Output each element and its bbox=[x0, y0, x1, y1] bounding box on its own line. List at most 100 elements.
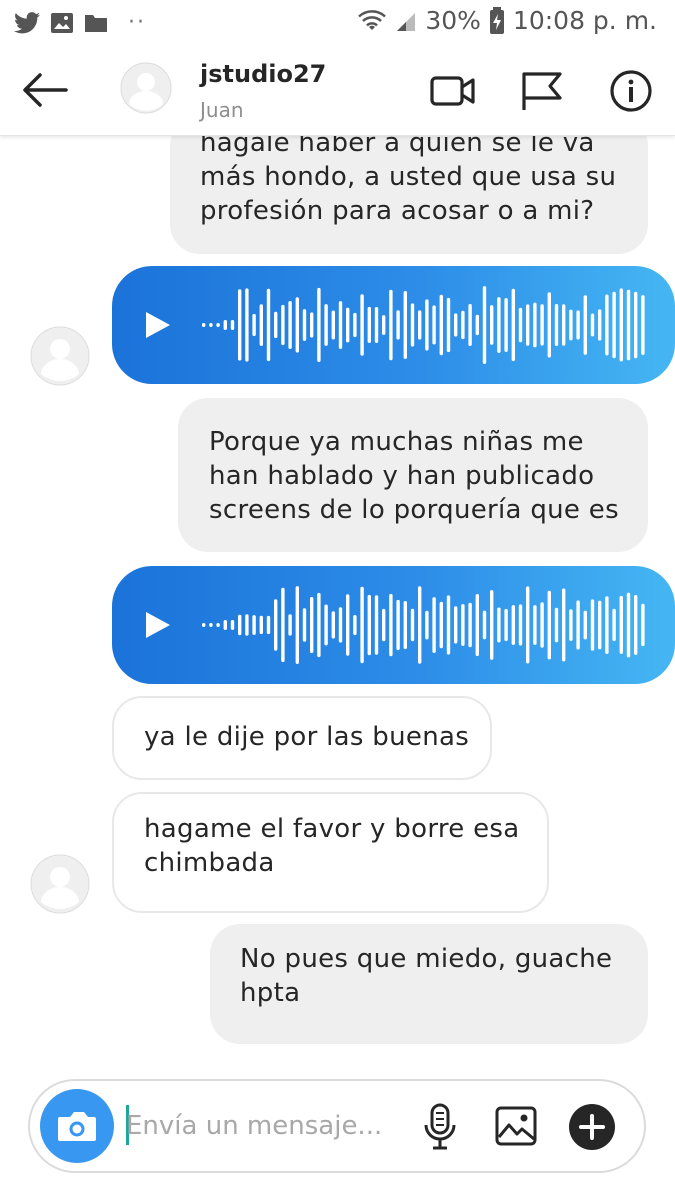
waveform-bar bbox=[540, 602, 544, 648]
waveform-bar bbox=[461, 310, 465, 340]
waveform-bar bbox=[281, 304, 285, 346]
waveform-bar bbox=[353, 312, 357, 338]
waveform-bar bbox=[302, 608, 307, 642]
waveform-bar bbox=[346, 594, 350, 656]
waveform-bar bbox=[216, 623, 220, 627]
waveform-bar bbox=[274, 311, 278, 339]
waveform-bar bbox=[338, 301, 343, 349]
message-line: hagame el favor y borre esa bbox=[144, 814, 520, 844]
waveform-bar bbox=[331, 310, 335, 340]
message-bubble[interactable]: Porque ya muchas niñas me han hablado y … bbox=[178, 398, 648, 552]
play-icon[interactable] bbox=[144, 610, 172, 640]
waveform-bar bbox=[346, 307, 350, 343]
microphone-icon[interactable] bbox=[422, 1103, 458, 1151]
avatar[interactable] bbox=[30, 326, 90, 386]
waveform-bar bbox=[547, 590, 551, 660]
message-thread[interactable]: hagale haber a quien se le va más hondo,… bbox=[0, 136, 675, 1066]
waveform-bar bbox=[418, 310, 422, 340]
message-bubble[interactable]: No pues que miedo, guache hpta bbox=[210, 924, 648, 1044]
waveform-bar bbox=[374, 307, 379, 343]
waveform-bar bbox=[331, 611, 335, 639]
voice-message[interactable] bbox=[112, 266, 675, 384]
waveform-bar bbox=[259, 304, 263, 346]
waveform-bar bbox=[310, 312, 314, 338]
more-notifications-indicator: ·· bbox=[128, 10, 146, 35]
waveform-bar bbox=[360, 586, 364, 664]
waveform-bar bbox=[238, 614, 242, 636]
waveform-bar bbox=[230, 620, 235, 630]
waveform-bar bbox=[461, 604, 465, 646]
waveform-bar bbox=[338, 607, 343, 643]
waveform-bar bbox=[360, 294, 364, 356]
status-bar-system: 30% 10:08 p. m. bbox=[357, 6, 657, 35]
waveform-bar bbox=[266, 615, 271, 635]
video-call-icon[interactable] bbox=[428, 68, 478, 114]
waveform-bar bbox=[310, 597, 314, 654]
waveform-bar bbox=[367, 594, 371, 656]
message-bubble[interactable]: hagame el favor y borre esa chimbada bbox=[112, 792, 549, 913]
waveform-bar bbox=[518, 307, 523, 343]
avatar[interactable] bbox=[30, 854, 90, 914]
message-bubble[interactable]: hagale haber a quien se le va más hondo,… bbox=[170, 136, 648, 254]
waveform-bar bbox=[641, 295, 645, 355]
waveform-bar bbox=[367, 306, 371, 343]
waveform-bar bbox=[583, 610, 587, 640]
battery-charging-icon bbox=[489, 6, 504, 34]
waveform-bar bbox=[576, 310, 580, 340]
waveform-bar bbox=[641, 603, 645, 647]
message-line: chimbada bbox=[144, 848, 275, 878]
waveform-bar bbox=[288, 301, 292, 349]
message-line: screens de lo porquería que es bbox=[209, 495, 619, 525]
message-line: hpta bbox=[240, 978, 301, 1008]
waveform-bar bbox=[389, 289, 393, 361]
waveform-bar bbox=[403, 601, 407, 650]
waveform-bar bbox=[504, 298, 508, 352]
waveform-bar bbox=[475, 314, 479, 336]
waveform-bar bbox=[518, 604, 523, 646]
waveform-bar bbox=[490, 305, 494, 345]
contact-display-name: Juan bbox=[200, 98, 244, 122]
message-line: más hondo, a usted que usa su bbox=[200, 162, 617, 192]
contact-username[interactable]: jstudio27 bbox=[200, 60, 326, 88]
waveform-bar bbox=[598, 600, 602, 650]
audio-waveform[interactable] bbox=[202, 580, 652, 670]
voice-message[interactable] bbox=[112, 566, 675, 684]
waveform-bar bbox=[202, 323, 206, 327]
waveform-bar bbox=[619, 288, 623, 362]
waveform-bar bbox=[562, 588, 566, 662]
info-icon[interactable] bbox=[606, 68, 656, 114]
waveform-bar bbox=[511, 605, 515, 645]
back-arrow-icon[interactable] bbox=[20, 68, 70, 112]
waveform-bar bbox=[317, 287, 321, 362]
waveform-bar bbox=[605, 294, 609, 356]
message-line: No pues que miedo, guache bbox=[240, 944, 613, 974]
waveform-bar bbox=[569, 309, 573, 341]
waveform-bar bbox=[482, 286, 487, 364]
waveform-bar bbox=[569, 609, 573, 641]
message-bubble[interactable]: ya le dije por las buenas bbox=[112, 696, 492, 780]
waveform-bar bbox=[281, 587, 285, 663]
waveform-bar bbox=[295, 297, 299, 353]
waveform-bar bbox=[223, 620, 227, 630]
clock: 10:08 p. m. bbox=[512, 6, 657, 35]
waveform-bar bbox=[504, 608, 508, 642]
waveform-bar bbox=[446, 297, 451, 353]
waveform-bar bbox=[547, 292, 551, 358]
avatar[interactable] bbox=[120, 62, 172, 114]
waveform-bar bbox=[562, 304, 566, 346]
message-line: profesión para acosar o a mi? bbox=[200, 196, 595, 226]
audio-waveform[interactable] bbox=[202, 280, 652, 370]
play-icon[interactable] bbox=[144, 310, 172, 340]
waveform-bar bbox=[209, 623, 213, 627]
camera-button[interactable] bbox=[40, 1089, 114, 1163]
waveform-bar bbox=[446, 595, 451, 655]
waveform-bar bbox=[454, 313, 458, 337]
add-icon[interactable] bbox=[568, 1103, 616, 1151]
waveform-bar bbox=[245, 614, 249, 636]
gallery-icon[interactable] bbox=[494, 1105, 538, 1147]
waveform-bar bbox=[425, 610, 429, 640]
waveform-bar bbox=[382, 315, 386, 335]
waveform-bar bbox=[266, 288, 271, 362]
message-input[interactable] bbox=[126, 1103, 406, 1149]
flag-icon[interactable] bbox=[518, 68, 568, 114]
